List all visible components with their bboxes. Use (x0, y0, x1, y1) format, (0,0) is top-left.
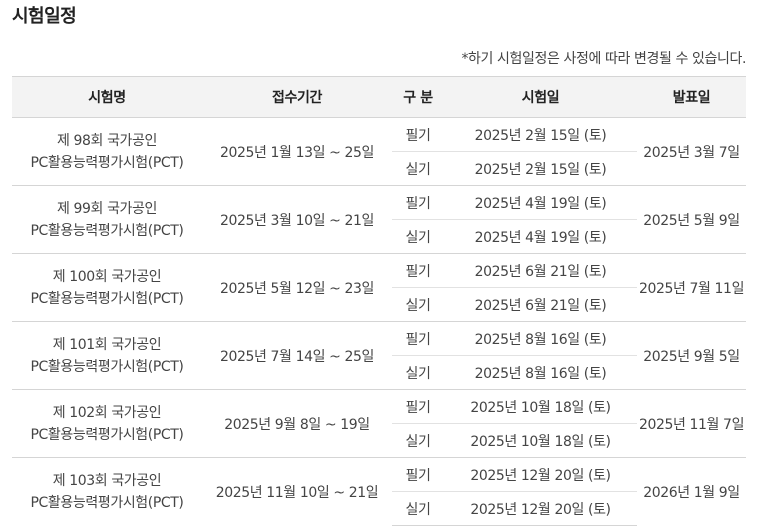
result-date: 2026년 1월 9일 (637, 457, 746, 526)
result-date: 2025년 3월 7일 (637, 117, 746, 186)
practical-label: 실기 (392, 287, 444, 322)
written-exam-date: 2025년 2월 15일 (토) (444, 117, 637, 152)
result-date: 2025년 9월 5일 (637, 321, 746, 390)
header-category: 구 분 (392, 76, 444, 118)
written-exam-date: 2025년 12월 20일 (토) (444, 457, 637, 492)
header-exam-name: 시험명 (12, 76, 202, 118)
exam-name-cell: 제 102회 국가공인 PC활용능력평가시험(PCT) (12, 389, 202, 458)
written-exam-date: 2025년 10월 18일 (토) (444, 389, 637, 424)
exam-title: PC활용능력평가시험(PCT) (30, 290, 184, 307)
exam-name-cell: 제 101회 국가공인 PC활용능력평가시험(PCT) (12, 321, 202, 390)
application-period: 2025년 3월 10일 ~ 21일 (202, 185, 392, 254)
table-row: 제 100회 국가공인 PC활용능력평가시험(PCT) 2025년 5월 12일 ~… (12, 253, 746, 322)
schedule-notice: *하기 시험일정은 사정에 따라 변경될 수 있습니다. (461, 51, 746, 67)
exam-title: PC활용능력평가시험(PCT) (30, 494, 184, 511)
written-exam-date: 2025년 6월 21일 (토) (444, 253, 637, 288)
exam-round: 제 102회 국가공인 (52, 404, 162, 421)
exam-name-cell: 제 98회 국가공인 PC활용능력평가시험(PCT) (12, 117, 202, 186)
written-label: 필기 (392, 457, 444, 492)
header-application-period: 접수기간 (202, 76, 392, 118)
header-result-date: 발표일 (637, 76, 746, 118)
exam-round: 제 101회 국가공인 (52, 336, 162, 353)
written-label: 필기 (392, 389, 444, 424)
exam-schedule-table: 시험명 접수기간 구 분 시험일 발표일 제 98회 국가공인 PC활용능력평가시… (12, 76, 746, 526)
page-title: 시험일정 (12, 6, 77, 27)
result-date: 2025년 11월 7일 (637, 389, 746, 458)
result-date: 2025년 5월 9일 (637, 185, 746, 254)
written-label: 필기 (392, 321, 444, 356)
result-date: 2025년 7월 11일 (637, 253, 746, 322)
practical-exam-date: 2025년 12월 20일 (토) (444, 491, 637, 526)
exam-name-cell: 제 100회 국가공인 PC활용능력평가시험(PCT) (12, 253, 202, 322)
table-header-row: 시험명 접수기간 구 분 시험일 발표일 (12, 76, 746, 118)
practical-exam-date: 2025년 8월 16일 (토) (444, 355, 637, 390)
header-exam-date: 시험일 (444, 76, 637, 118)
practical-label: 실기 (392, 491, 444, 526)
written-exam-date: 2025년 8월 16일 (토) (444, 321, 637, 356)
table-row: 제 102회 국가공인 PC활용능력평가시험(PCT) 2025년 9월 8일 ~ … (12, 389, 746, 458)
practical-exam-date: 2025년 2월 15일 (토) (444, 151, 637, 186)
application-period: 2025년 9월 8일 ~ 19일 (202, 389, 392, 458)
schedule-body: 제 98회 국가공인 PC활용능력평가시험(PCT) 2025년 1월 13일 ~ … (12, 117, 746, 526)
written-label: 필기 (392, 185, 444, 220)
practical-exam-date: 2025년 10월 18일 (토) (444, 423, 637, 458)
written-label: 필기 (392, 253, 444, 288)
exam-round: 제 99회 국가공인 (57, 200, 157, 217)
exam-round: 제 98회 국가공인 (57, 132, 157, 149)
application-period: 2025년 7월 14일 ~ 25일 (202, 321, 392, 390)
exam-title: PC활용능력평가시험(PCT) (30, 222, 184, 239)
exam-title: PC활용능력평가시험(PCT) (30, 154, 184, 171)
practical-label: 실기 (392, 355, 444, 390)
application-period: 2025년 5월 12일 ~ 23일 (202, 253, 392, 322)
table-row: 제 103회 국가공인 PC활용능력평가시험(PCT) 2025년 11월 10일 … (12, 457, 746, 526)
practical-label: 실기 (392, 423, 444, 458)
exam-title: PC활용능력평가시험(PCT) (30, 358, 184, 375)
exam-round: 제 103회 국가공인 (52, 472, 162, 489)
practical-exam-date: 2025년 6월 21일 (토) (444, 287, 637, 322)
exam-name-cell: 제 99회 국가공인 PC활용능력평가시험(PCT) (12, 185, 202, 254)
exam-round: 제 100회 국가공인 (52, 268, 162, 285)
written-label: 필기 (392, 117, 444, 152)
table-row: 제 101회 국가공인 PC활용능력평가시험(PCT) 2025년 7월 14일 ~… (12, 321, 746, 390)
practical-label: 실기 (392, 151, 444, 186)
written-exam-date: 2025년 4월 19일 (토) (444, 185, 637, 220)
practical-label: 실기 (392, 219, 444, 254)
table-row: 제 98회 국가공인 PC활용능력평가시험(PCT) 2025년 1월 13일 ~ … (12, 117, 746, 186)
exam-title: PC활용능력평가시험(PCT) (30, 426, 184, 443)
practical-exam-date: 2025년 4월 19일 (토) (444, 219, 637, 254)
table-row: 제 99회 국가공인 PC활용능력평가시험(PCT) 2025년 3월 10일 ~ … (12, 185, 746, 254)
exam-name-cell: 제 103회 국가공인 PC활용능력평가시험(PCT) (12, 457, 202, 526)
application-period: 2025년 11월 10일 ~ 21일 (202, 457, 392, 526)
application-period: 2025년 1월 13일 ~ 25일 (202, 117, 392, 186)
